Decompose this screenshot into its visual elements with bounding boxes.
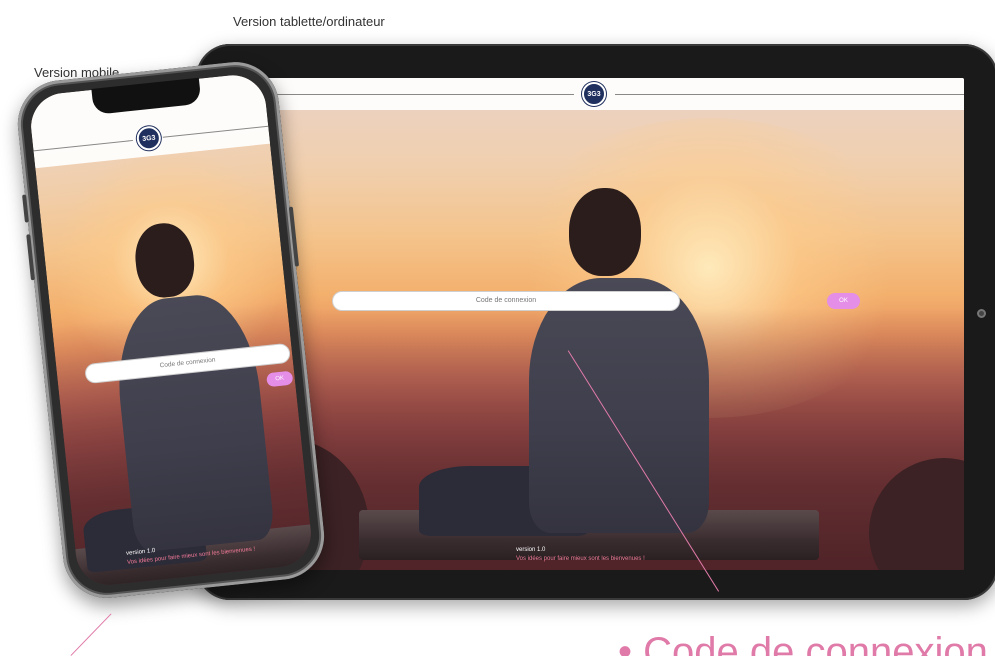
code-input[interactable]: Code de connexion <box>332 291 680 311</box>
phone-device: 3G3 Code de connexion OK version 1.0 Vos… <box>13 57 329 603</box>
welcome-message: Vos idées pour faire mieux sont les bien… <box>516 556 645 562</box>
version-label: version 1.0 <box>516 547 546 553</box>
app-logo-icon: 3G3 <box>582 82 606 106</box>
ok-button[interactable]: OK <box>827 293 860 309</box>
caption-tablet: Version tablette/ordinateur <box>233 14 385 29</box>
front-camera-icon <box>977 309 986 318</box>
callout-pointer-line <box>70 613 112 656</box>
tablet-screen: 3G3 Code de connexion OK version 1.0 Vos… <box>229 78 964 570</box>
app-logo-icon: 3G3 <box>135 125 163 152</box>
background-photo <box>229 78 964 570</box>
app-header: 3G3 <box>229 78 964 110</box>
callout-label: • Code de connexion <box>618 630 988 656</box>
